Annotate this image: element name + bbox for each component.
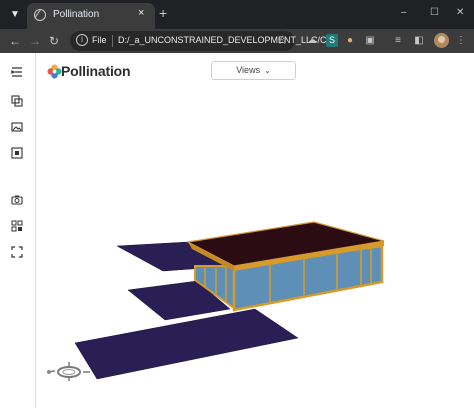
chevron-down-icon: ⌄ (264, 66, 271, 75)
browser-toolbar: ← → ↻ i File D:/_a_UNCONSTRAINED_DEVELOP… (0, 29, 474, 53)
back-arrow-icon[interactable]: ← (9, 33, 21, 49)
browser-menu-icon[interactable]: ⋮ (456, 34, 466, 47)
extensions-puzzle-icon[interactable]: ▣ (364, 34, 376, 47)
tab-close-icon[interactable]: × (138, 7, 144, 19)
model-viewport[interactable] (36, 83, 474, 408)
layers-icon[interactable] (11, 95, 23, 107)
left-toolbar (0, 53, 36, 408)
select-box-icon[interactable] (11, 147, 23, 159)
forward-arrow-icon[interactable]: → (29, 33, 41, 49)
reading-list-icon[interactable]: ≡ (392, 34, 404, 47)
tab-favicon-icon (34, 9, 46, 21)
pollination-logo-icon (47, 64, 62, 79)
image-icon[interactable] (11, 121, 23, 133)
reload-icon[interactable]: ↻ (49, 33, 59, 49)
omnibox-divider (112, 35, 113, 47)
address-bar[interactable]: i File D:/_a_UNCONSTRAINED_DEVELOPMENT_L… (70, 31, 334, 51)
fullscreen-icon[interactable] (11, 246, 23, 258)
url-scheme-label: File (92, 35, 107, 45)
maximize-button[interactable]: ☐ (430, 7, 439, 19)
bookmark-star-icon[interactable]: ☆ (277, 33, 288, 47)
browser-tab[interactable]: Pollination × (27, 3, 155, 29)
tab-title: Pollination (53, 9, 100, 20)
extension-s-icon[interactable]: S (326, 34, 338, 47)
floor-slab-front[interactable] (74, 308, 299, 380)
new-tab-button[interactable]: + (159, 6, 167, 20)
browser-tab-strip: ▼ Pollination × + – ☐ ✕ (0, 0, 474, 29)
navigation-gizmo-icon[interactable] (45, 359, 91, 381)
views-dropdown[interactable]: Views ⌄ (211, 61, 296, 80)
minimize-button[interactable]: – (401, 7, 407, 19)
views-label: Views (236, 65, 261, 75)
pollination-viewer: Pollination Views ⌄ (0, 53, 474, 408)
sections-icon[interactable] (11, 220, 23, 232)
extension-cloud-icon[interactable]: ☁ (306, 34, 318, 47)
profile-avatar[interactable] (434, 33, 449, 48)
menu-icon[interactable] (11, 66, 23, 78)
brand-name: Pollination (61, 63, 131, 79)
site-info-icon[interactable]: i (76, 34, 88, 46)
tab-search-button[interactable]: ▼ (7, 7, 23, 23)
close-window-button[interactable]: ✕ (456, 7, 464, 19)
side-panel-icon[interactable]: ◧ (413, 34, 425, 47)
camera-icon[interactable] (11, 194, 23, 206)
url-text[interactable]: D:/_a_UNCONSTRAINED_DEVELOPMENT_LLC/C... (118, 35, 334, 45)
extension-bulb-icon[interactable]: ● (344, 34, 356, 47)
